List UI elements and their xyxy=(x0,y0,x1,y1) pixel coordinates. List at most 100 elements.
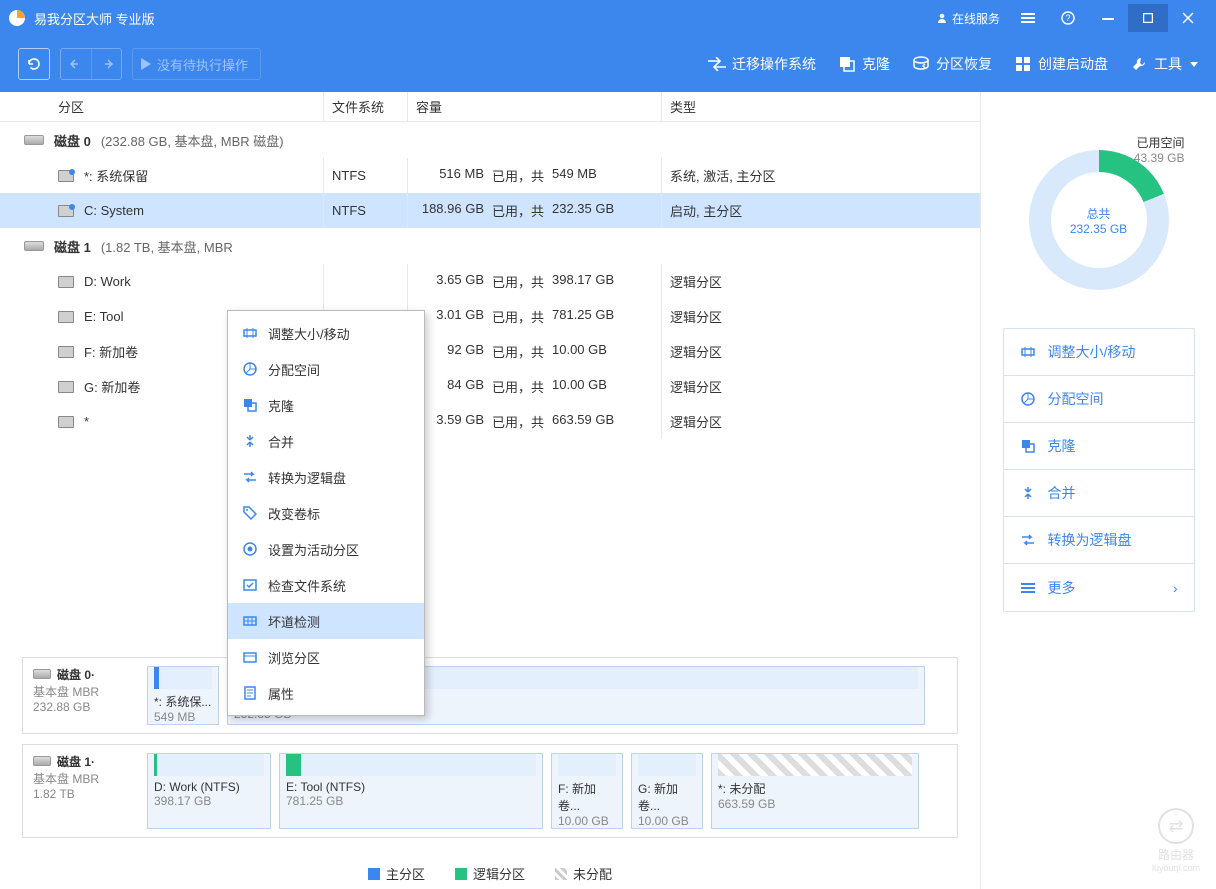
drive-icon xyxy=(58,170,74,182)
tag-icon xyxy=(242,505,258,521)
drive-icon xyxy=(58,416,74,428)
partition-recovery-button[interactable]: 分区恢复 xyxy=(912,54,992,74)
col-type[interactable]: 类型 xyxy=(662,92,980,121)
menu-item-browse[interactable]: 浏览分区 xyxy=(228,639,424,675)
chevron-right-icon: › xyxy=(1173,580,1178,596)
help-icon: ? xyxy=(1061,11,1075,25)
drive-icon xyxy=(58,381,74,393)
menu-list-button[interactable] xyxy=(1008,4,1048,32)
props-icon xyxy=(242,685,258,701)
menu-item-convert[interactable]: 转换为逻辑盘 xyxy=(228,459,424,495)
disk-row[interactable]: 磁盘 1(1.82 TB, 基本盘, MBR xyxy=(0,228,980,264)
map-segment[interactable]: F: 新加卷...10.00 GB xyxy=(551,753,623,829)
col-filesystem[interactable]: 文件系统 xyxy=(324,92,408,121)
close-icon xyxy=(1182,12,1194,24)
menu-item-check[interactable]: 检查文件系统 xyxy=(228,567,424,603)
app-title: 易我分区大师 专业版 xyxy=(34,9,155,28)
merge-icon xyxy=(242,433,258,449)
watermark-icon: ⇄ xyxy=(1158,808,1194,844)
pie-icon xyxy=(1020,391,1036,407)
copy-icon xyxy=(242,397,258,413)
bootdisk-icon xyxy=(1014,55,1032,73)
menu-item-surface[interactable]: 坏道检测 xyxy=(228,603,424,639)
disk-icon xyxy=(33,669,51,679)
window-minimize-button[interactable] xyxy=(1088,4,1128,32)
minimize-icon xyxy=(1102,12,1114,24)
window-close-button[interactable] xyxy=(1168,4,1208,32)
pending-operations-button[interactable]: 没有待执行操作 xyxy=(132,48,261,80)
svg-text:?: ? xyxy=(1065,13,1070,23)
menu-item-resize[interactable]: 调整大小/移动 xyxy=(228,315,424,351)
clone-icon xyxy=(838,55,856,73)
partition-row[interactable]: * 3.59 GB已用，共663.59 GB 逻辑分区 xyxy=(0,404,980,439)
map-head[interactable]: 磁盘 0·基本盘 MBR232.88 GB xyxy=(33,666,141,725)
action-pie[interactable]: 分配空间 xyxy=(1004,376,1194,423)
resize-icon xyxy=(242,325,258,341)
used-space-label: 已用空间 43.39 GB xyxy=(1134,134,1185,165)
list-icon xyxy=(1021,12,1035,24)
surface-icon xyxy=(242,613,258,629)
partition-row[interactable]: E: Tool 3.01 GB已用，共781.25 GB 逻辑分区 xyxy=(0,299,980,334)
action-merge[interactable]: 合并 xyxy=(1004,470,1194,517)
col-capacity[interactable]: 容量 xyxy=(408,92,662,121)
action-more[interactable]: 更多› xyxy=(1004,564,1194,611)
refresh-button[interactable] xyxy=(18,48,50,80)
copy-icon xyxy=(1020,438,1036,454)
online-service-button[interactable]: 在线服务 xyxy=(928,4,1008,32)
partition-row[interactable]: G: 新加卷 84 GB已用，共10.00 GB 逻辑分区 xyxy=(0,369,980,404)
map-head[interactable]: 磁盘 1·基本盘 MBR1.82 TB xyxy=(33,753,141,829)
usage-donut-chart: 总共 232.35 GB xyxy=(1029,150,1169,290)
help-button[interactable]: ? xyxy=(1048,4,1088,32)
partition-row[interactable]: D: Work 3.65 GB已用，共398.17 GB 逻辑分区 xyxy=(0,264,980,299)
disk-map: 磁盘 0·基本盘 MBR232.88 GB*: 系统保...549 MBC: S… xyxy=(22,657,958,734)
menu-item-copy[interactable]: 克隆 xyxy=(228,387,424,423)
merge-icon xyxy=(1020,485,1036,501)
toolbar: 没有待执行操作 迁移操作系统 克隆 分区恢复 创建启动盘 工具 xyxy=(0,36,1216,92)
map-segment[interactable]: E: Tool (NTFS)781.25 GB xyxy=(279,753,543,829)
pie-icon xyxy=(242,361,258,377)
map-segment[interactable]: D: Work (NTFS)398.17 GB xyxy=(147,753,271,829)
active-icon xyxy=(242,541,258,557)
partition-row[interactable]: C: System NTFS 188.96 GB已用，共232.35 GB 启动… xyxy=(0,193,980,228)
redo-icon xyxy=(100,57,114,71)
disk-icon xyxy=(33,756,51,766)
menu-item-pie[interactable]: 分配空间 xyxy=(228,351,424,387)
disk-row[interactable]: 磁盘 0(232.88 GB, 基本盘, MBR 磁盘) xyxy=(0,122,980,158)
menu-item-active[interactable]: 设置为活动分区 xyxy=(228,531,424,567)
undo-button[interactable] xyxy=(61,49,91,79)
action-copy[interactable]: 克隆 xyxy=(1004,423,1194,470)
col-partition[interactable]: 分区 xyxy=(0,92,324,121)
action-resize[interactable]: 调整大小/移动 xyxy=(1004,329,1194,376)
drive-icon xyxy=(58,276,74,288)
create-boot-disk-button[interactable]: 创建启动盘 xyxy=(1014,54,1108,74)
chevron-down-icon xyxy=(1190,62,1198,67)
disk-map: 磁盘 1·基本盘 MBR1.82 TBD: Work (NTFS)398.17 … xyxy=(22,744,958,838)
map-segment[interactable]: G: 新加卷...10.00 GB xyxy=(631,753,703,829)
action-list: 调整大小/移动分配空间克隆合并转换为逻辑盘更多› xyxy=(1003,328,1195,612)
action-convert[interactable]: 转换为逻辑盘 xyxy=(1004,517,1194,564)
watermark: ⇄ 路由器 luyouqi.com xyxy=(1152,808,1200,873)
redo-button[interactable] xyxy=(91,49,121,79)
right-panel: 已用空间 43.39 GB 总共 232.35 GB 调整大小/移动分配空间克隆… xyxy=(980,92,1216,889)
disk-icon xyxy=(24,135,44,145)
menu-item-merge[interactable]: 合并 xyxy=(228,423,424,459)
migrate-os-button[interactable]: 迁移操作系统 xyxy=(708,54,816,74)
map-segment[interactable]: *: 系统保...549 MB xyxy=(147,666,219,725)
partition-row[interactable]: *: 系统保留 NTFS 516 MB已用，共549 MB 系统, 激活, 主分… xyxy=(0,158,980,193)
menu-item-tag[interactable]: 改变卷标 xyxy=(228,495,424,531)
tools-dropdown[interactable]: 工具 xyxy=(1130,54,1198,74)
resize-icon xyxy=(1020,344,1036,360)
map-segment[interactable]: *: 未分配663.59 GB xyxy=(711,753,919,829)
titlebar: 易我分区大师 专业版 在线服务 ? xyxy=(0,0,1216,36)
undo-redo-group xyxy=(60,48,122,80)
maximize-icon xyxy=(1143,13,1153,23)
menu-item-props[interactable]: 属性 xyxy=(228,675,424,711)
partition-row[interactable]: F: 新加卷 92 GB已用，共10.00 GB 逻辑分区 xyxy=(0,334,980,369)
drive-icon xyxy=(58,346,74,358)
window-maximize-button[interactable] xyxy=(1128,4,1168,32)
drive-icon xyxy=(58,311,74,323)
app-logo-icon xyxy=(8,9,26,27)
clone-button[interactable]: 克隆 xyxy=(838,54,890,74)
convert-icon xyxy=(242,469,258,485)
person-icon xyxy=(936,12,948,24)
